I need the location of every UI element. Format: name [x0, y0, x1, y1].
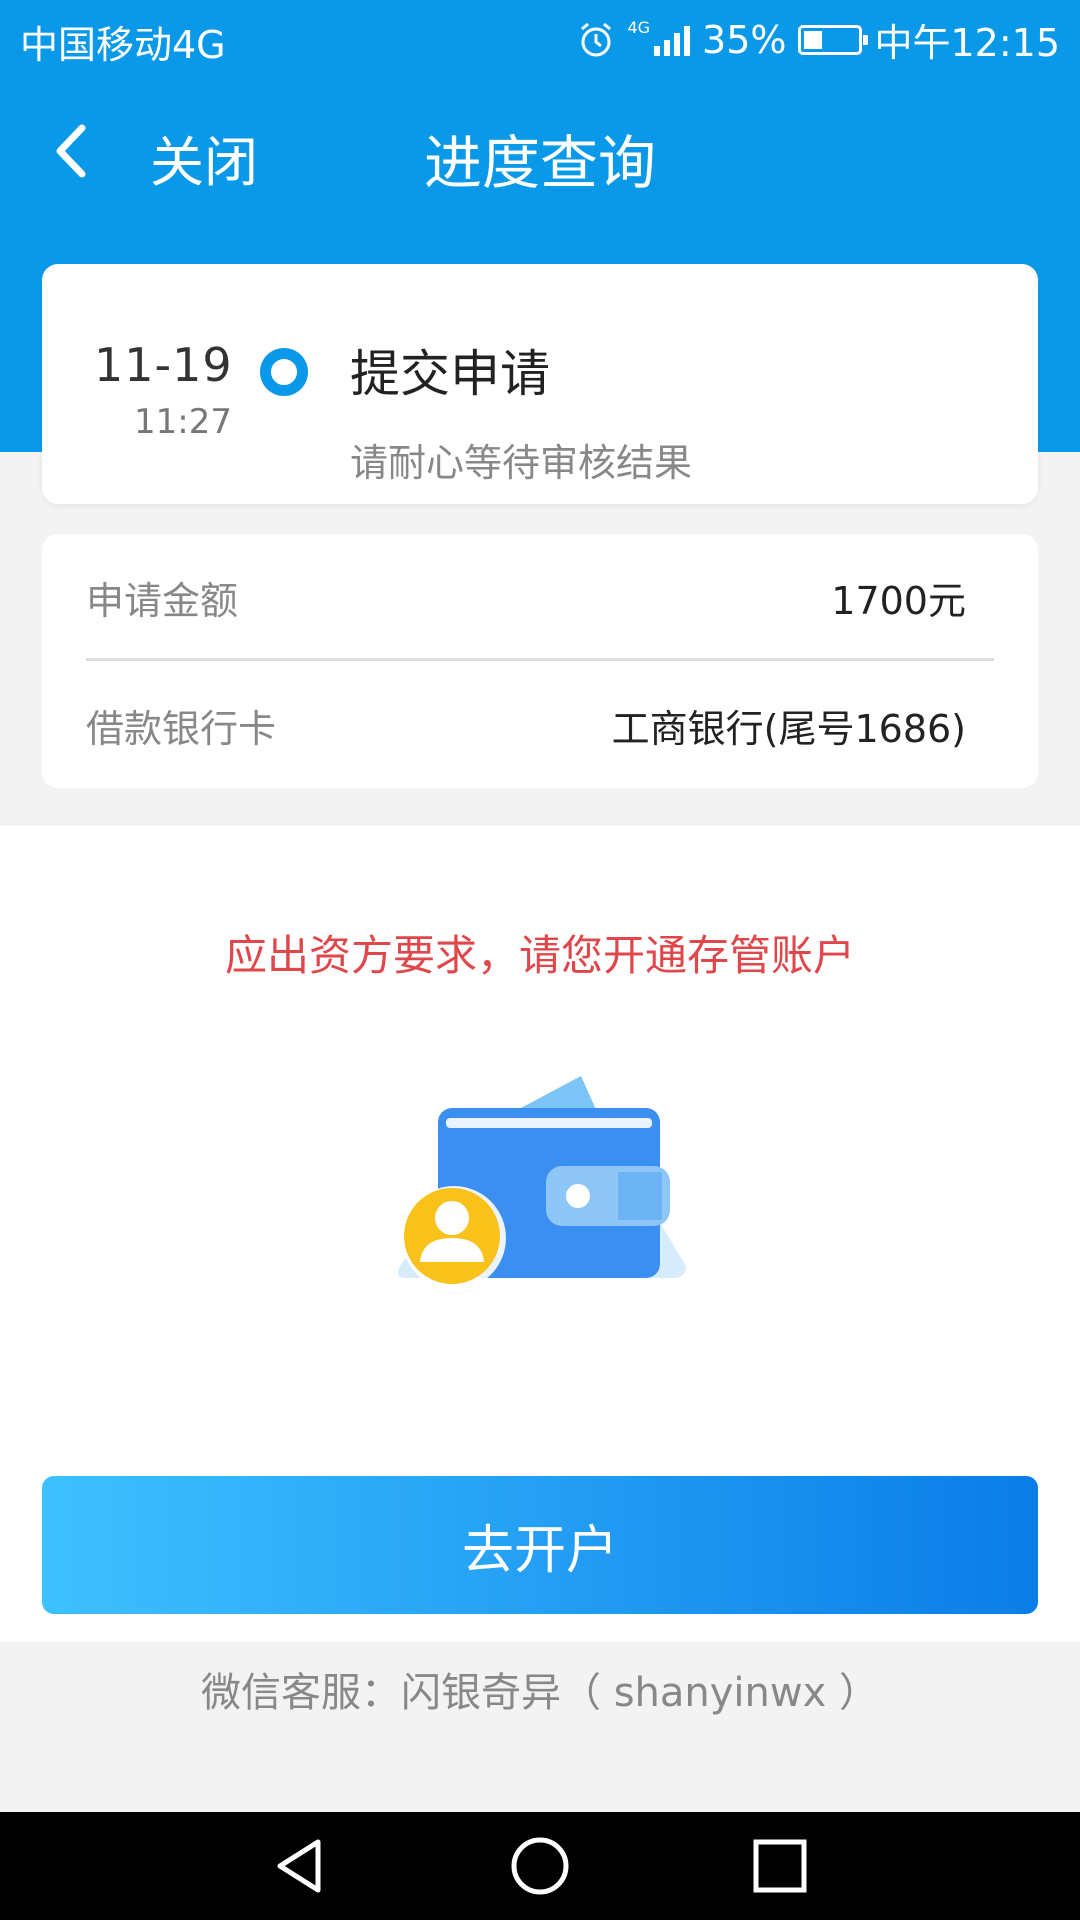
- bank-card-label: 借款银行卡: [86, 706, 277, 751]
- timeline-step-title: 提交申请: [350, 345, 550, 403]
- network-type-badge: 4G: [627, 18, 651, 37]
- timeline-status-dot-icon: [260, 348, 308, 396]
- amount-value: 1700元: [831, 578, 966, 623]
- progress-timeline-card: 11-19 11:27 提交申请 请耐心等待审核结果: [42, 264, 1038, 504]
- status-bar: 中国移动4G 4G 35% 中午12:15: [0, 0, 1080, 76]
- signal-icon: [654, 24, 691, 56]
- info-row-amount: 申请金额 1700元: [86, 534, 966, 660]
- nav-back-icon[interactable]: [268, 1834, 332, 1898]
- navigation-header: 关闭 进度查询: [0, 96, 1080, 206]
- page-title: 进度查询: [423, 129, 656, 197]
- timeline-time: 11:27: [134, 402, 232, 442]
- customer-service-text: 微信客服：闪银奇异（ shanyinwx ）: [200, 1670, 879, 1716]
- info-row-bank-card: 借款银行卡 工商银行(尾号1686): [86, 662, 966, 788]
- timeline-date: 11-19: [94, 338, 233, 392]
- battery-percent: 35%: [702, 17, 787, 62]
- clock: 中午12:15: [874, 21, 1060, 65]
- nav-recents-icon[interactable]: [748, 1834, 812, 1898]
- divider: [86, 658, 994, 661]
- carrier-label: 中国移动4G: [20, 23, 226, 67]
- depository-notice: 应出资方要求，请您开通存管账户: [224, 931, 855, 980]
- status-icons: 4G 35% 中午12:15: [577, 12, 1060, 67]
- timeline-step-description: 请耐心等待审核结果: [350, 441, 693, 485]
- battery-icon: [798, 24, 869, 55]
- bank-card-value: 工商银行(尾号1686): [611, 706, 966, 751]
- wallet-icon: [398, 1076, 686, 1290]
- open-account-button[interactable]: 去开户: [42, 1476, 1038, 1614]
- alarm-icon: [581, 22, 612, 56]
- system-navigation-bar: [0, 1812, 1080, 1920]
- amount-label: 申请金额: [86, 578, 239, 623]
- nav-home-icon[interactable]: [508, 1834, 572, 1898]
- application-info-card: 申请金额 1700元 借款银行卡 工商银行(尾号1686): [42, 534, 1038, 788]
- account-opening-section: 应出资方要求，请您开通存管账户 去开户: [0, 826, 1080, 1642]
